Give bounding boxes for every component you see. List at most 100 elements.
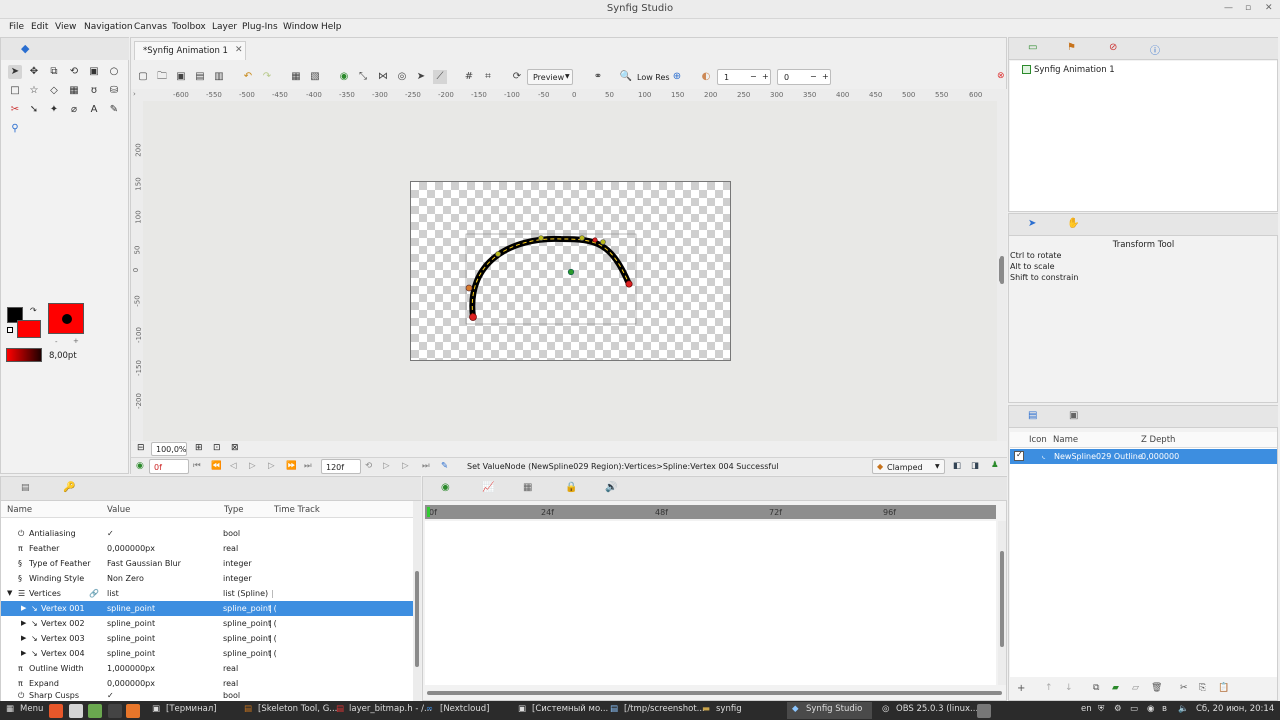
sound-tab-icon[interactable]: 🔊 bbox=[605, 482, 617, 493]
gradient-swatch[interactable] bbox=[6, 348, 42, 362]
canvas-frame[interactable] bbox=[410, 181, 731, 361]
keyframes-tab-icon[interactable]: ▦ bbox=[523, 482, 532, 493]
grid-icon[interactable]: # bbox=[462, 70, 476, 84]
play-icon[interactable]: ▷ bbox=[249, 461, 256, 471]
render-icon[interactable]: ▦ bbox=[289, 70, 303, 84]
param-row[interactable]: § Type of Feather Fast Gaussian Blur int… bbox=[1, 556, 413, 571]
skeleton-tool-icon[interactable]: ✦ bbox=[47, 103, 61, 117]
timetrack-area[interactable] bbox=[425, 521, 996, 685]
cutout-tool-icon[interactable]: ✂ bbox=[8, 103, 22, 117]
param-row-selected[interactable]: ▶ ↘ Vertex 001 spline_point spline_point… bbox=[1, 601, 413, 616]
increase-icon[interactable]: + bbox=[762, 72, 769, 81]
animation-mode-icon[interactable]: ◉ bbox=[136, 461, 144, 471]
next-keyframe-icon[interactable]: ⏩ bbox=[286, 461, 297, 471]
task-item[interactable]: layer_bitmap.h - /... bbox=[349, 704, 432, 714]
param-row[interactable]: ⏻ Antialiasing ✓ bool bbox=[1, 526, 413, 541]
col-type[interactable]: Type bbox=[224, 505, 244, 515]
menu-toolbox[interactable]: Toolbox bbox=[172, 22, 206, 32]
circle-tool-icon[interactable]: ○ bbox=[107, 65, 121, 79]
app-launcher-icon[interactable] bbox=[49, 704, 63, 718]
zoom-tool-icon[interactable]: ⚲ bbox=[8, 122, 22, 136]
timetrack-tab-icon[interactable]: ◉ bbox=[441, 482, 450, 493]
task-item[interactable]: [Системный мо... bbox=[532, 704, 608, 714]
tangent-handles-icon[interactable]: ➤ bbox=[414, 70, 428, 84]
menu-view[interactable]: View bbox=[55, 22, 76, 32]
clock[interactable]: Сб, 20 июн, 20:14 bbox=[1196, 704, 1274, 714]
decrease-icon[interactable]: − bbox=[750, 72, 757, 81]
transform-tool-icon[interactable]: ➤ bbox=[8, 65, 22, 79]
draw-tool-icon[interactable]: ✎ bbox=[107, 103, 121, 117]
loop-icon[interactable]: ⟲ bbox=[365, 461, 372, 471]
param-value[interactable]: Fast Gaussian Blur bbox=[107, 559, 181, 568]
param-row[interactable]: π Outline Width 1,000000px real bbox=[1, 661, 413, 676]
group-layer-icon[interactable]: ▰ bbox=[1112, 683, 1119, 693]
spline-tool-icon[interactable]: ʊ bbox=[87, 84, 101, 98]
display-icon[interactable]: ▭ bbox=[1130, 704, 1138, 714]
task-item-active[interactable]: Synfig Studio bbox=[806, 704, 862, 714]
zoom-out-icon[interactable]: ⊟ bbox=[137, 443, 145, 453]
obs-tray-icon[interactable]: ◉ bbox=[1147, 704, 1154, 714]
minimize-icon[interactable]: — bbox=[1224, 3, 1233, 13]
tab-close-icon[interactable]: ✕ bbox=[235, 45, 243, 55]
animation-toggle-icon[interactable]: ♟ bbox=[991, 460, 999, 470]
params-tab-icon[interactable]: ▤ bbox=[21, 483, 30, 493]
swap-colors-icon[interactable]: ↷ bbox=[30, 306, 37, 315]
menu-grid-icon[interactable]: ▦ bbox=[6, 704, 14, 714]
history-tab-icon[interactable]: ⊘ bbox=[1109, 42, 1117, 53]
param-value[interactable]: 1,000000px bbox=[107, 664, 155, 673]
bound-high-icon[interactable]: ⏭ bbox=[422, 461, 430, 471]
menu-canvas[interactable]: Canvas bbox=[134, 22, 167, 32]
interpolation-dropdown[interactable]: ◆ Clamped ▼ bbox=[872, 459, 945, 474]
bline-handles-icon[interactable]: ⟋ bbox=[433, 70, 447, 84]
open-file-icon[interactable]: 🗀 bbox=[155, 70, 169, 84]
width-tool-icon[interactable]: ➘ bbox=[27, 103, 41, 117]
param-value[interactable]: ✓ bbox=[107, 691, 114, 700]
prev-frame-icon[interactable]: ◁ bbox=[230, 461, 237, 471]
past-keyframe-lock-icon[interactable]: ◧ bbox=[953, 461, 961, 471]
menu-file[interactable]: File bbox=[9, 22, 24, 32]
col-name[interactable]: Name bbox=[7, 505, 32, 515]
snap-grid-icon[interactable]: ⌗ bbox=[481, 70, 495, 84]
vertex-handles-icon[interactable]: ◎ bbox=[395, 70, 409, 84]
param-row[interactable]: ▶ ↘ Vertex 003 spline_point spline_point… bbox=[1, 631, 413, 646]
jack-icon[interactable]: ✎ bbox=[441, 461, 448, 471]
terminal-launcher-icon[interactable] bbox=[108, 704, 122, 718]
eyedrop-tool-icon[interactable]: ⌀ bbox=[67, 103, 81, 117]
menu-layer[interactable]: Layer bbox=[212, 22, 237, 32]
task-item[interactable]: synfig bbox=[716, 704, 742, 714]
time-cursor[interactable] bbox=[427, 507, 430, 517]
param-row[interactable]: π Expand 0,000000px real bbox=[1, 676, 413, 691]
text-tool-icon[interactable]: A bbox=[87, 103, 101, 117]
rectangle-tool-icon[interactable]: □ bbox=[8, 84, 22, 98]
shield-icon[interactable]: ⛨ bbox=[1098, 704, 1104, 714]
param-row[interactable]: ⏻ Sharp Cusps ✓ bool bbox=[1, 690, 413, 701]
work-area[interactable] bbox=[143, 101, 997, 441]
undo-icon[interactable]: ↶ bbox=[241, 70, 255, 84]
param-row[interactable]: ▼ ☰ Vertices 🔗 list list (Spline) | bbox=[1, 586, 413, 601]
rotate-tool-icon[interactable]: ⟲ bbox=[67, 65, 81, 79]
brushes-tab-icon[interactable]: ✋ bbox=[1067, 218, 1079, 229]
zoom-fit-icon[interactable]: ⊡ bbox=[213, 443, 221, 453]
curves-tab-icon[interactable]: 📈 bbox=[482, 482, 494, 493]
bound-low-icon[interactable]: ▷ bbox=[402, 461, 409, 471]
menu-edit[interactable]: Edit bbox=[31, 22, 48, 32]
navigator-tab-icon[interactable]: ⚑ bbox=[1067, 42, 1076, 53]
zoom-100-icon[interactable]: ⊠ bbox=[231, 443, 239, 453]
encapsulate-icon[interactable]: ▱ bbox=[1132, 683, 1139, 693]
library-lock-tab-icon[interactable]: 🔒 bbox=[565, 482, 577, 493]
onion-skin-icon[interactable]: ⚭ bbox=[591, 70, 605, 84]
timeline-ruler[interactable]: 0f 24f 48f 72f 96f bbox=[425, 505, 996, 519]
param-value[interactable]: Non Zero bbox=[107, 574, 144, 583]
keyboard-layout[interactable]: en bbox=[1081, 704, 1092, 714]
seek-begin-icon[interactable]: ⏮ bbox=[193, 461, 201, 471]
zoom-in-quality-icon[interactable]: ⊕ bbox=[670, 70, 684, 84]
col-time-track[interactable]: Time Track bbox=[274, 505, 320, 515]
fill-tool-icon[interactable]: ⛁ bbox=[107, 84, 121, 98]
brush-decrease-icon[interactable]: - bbox=[55, 338, 58, 346]
future-keyframe-lock-icon[interactable]: ◨ bbox=[971, 461, 979, 471]
param-value[interactable]: spline_point bbox=[107, 649, 155, 658]
folder-launcher-icon[interactable] bbox=[88, 704, 102, 718]
layer-row[interactable]: ✓ ◟ NewSpline029 Outline 0,000000 bbox=[1010, 449, 1277, 464]
new-file-icon[interactable]: ▢ bbox=[136, 70, 150, 84]
files-launcher-icon[interactable] bbox=[69, 704, 83, 718]
